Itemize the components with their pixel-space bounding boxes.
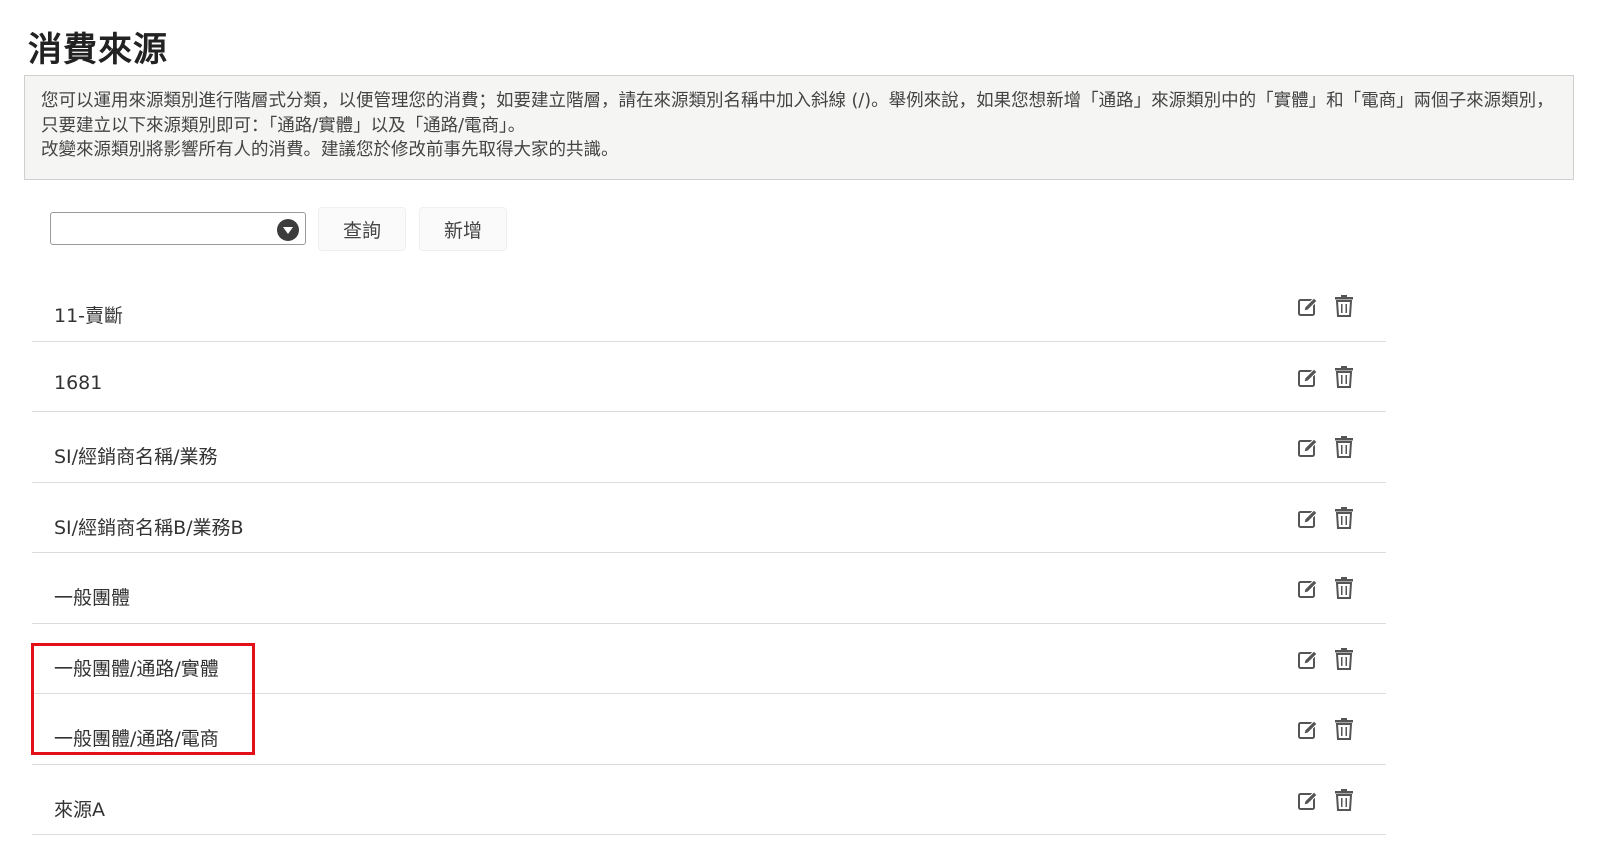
source-name: SI/經銷商名稱/業務 — [54, 446, 218, 468]
edit-icon[interactable] — [1298, 367, 1318, 388]
list-item: 一般團體 — [32, 553, 1386, 624]
source-name: 來源A — [54, 798, 105, 821]
list-item: 11-賣斷 — [32, 271, 1386, 342]
trash-icon[interactable] — [1334, 647, 1354, 670]
info-panel: 您可以運用來源類別進行階層式分類，以便管理您的消費；如要建立階層，請在來源類別名… — [24, 75, 1574, 180]
source-name: 1681 — [54, 371, 103, 394]
trash-icon[interactable] — [1334, 577, 1354, 599]
edit-icon[interactable] — [1298, 438, 1318, 458]
edit-icon[interactable] — [1298, 579, 1318, 599]
highlight-box — [31, 643, 255, 755]
source-filter-select[interactable] — [50, 212, 306, 245]
list-item: 1681 — [32, 342, 1386, 412]
trash-icon[interactable] — [1334, 506, 1354, 529]
info-text-warning: 改變來源類別將影響所有人的消費。建議您於修改前事先取得大家的共識。 — [41, 140, 619, 160]
trash-icon[interactable] — [1334, 365, 1354, 388]
trash-icon[interactable] — [1334, 718, 1354, 740]
list-item: SI/經銷商名稱B/業務B — [32, 483, 1386, 553]
list-item: SI/經銷商名稱/業務 — [32, 412, 1386, 483]
list-item: 來源A — [32, 765, 1386, 835]
page-title: 消費來源 — [28, 30, 168, 70]
edit-icon[interactable] — [1298, 508, 1318, 529]
source-name: 11-賣斷 — [54, 305, 124, 327]
source-name: 一般團體 — [54, 587, 131, 609]
add-button[interactable]: 新增 — [419, 207, 507, 251]
edit-icon[interactable] — [1298, 790, 1318, 811]
trash-icon[interactable] — [1334, 788, 1354, 811]
trash-icon[interactable] — [1334, 295, 1354, 317]
edit-icon[interactable] — [1298, 297, 1318, 317]
edit-icon[interactable] — [1298, 649, 1318, 670]
info-text-hierarchy: 您可以運用來源類別進行階層式分類，以便管理您的消費；如要建立階層，請在來源類別名… — [41, 91, 1554, 136]
trash-icon[interactable] — [1334, 436, 1354, 458]
query-button[interactable]: 查詢 — [318, 207, 406, 251]
chevron-down-icon[interactable] — [277, 219, 299, 241]
source-name: SI/經銷商名稱B/業務B — [54, 516, 244, 539]
edit-icon[interactable] — [1298, 720, 1318, 740]
